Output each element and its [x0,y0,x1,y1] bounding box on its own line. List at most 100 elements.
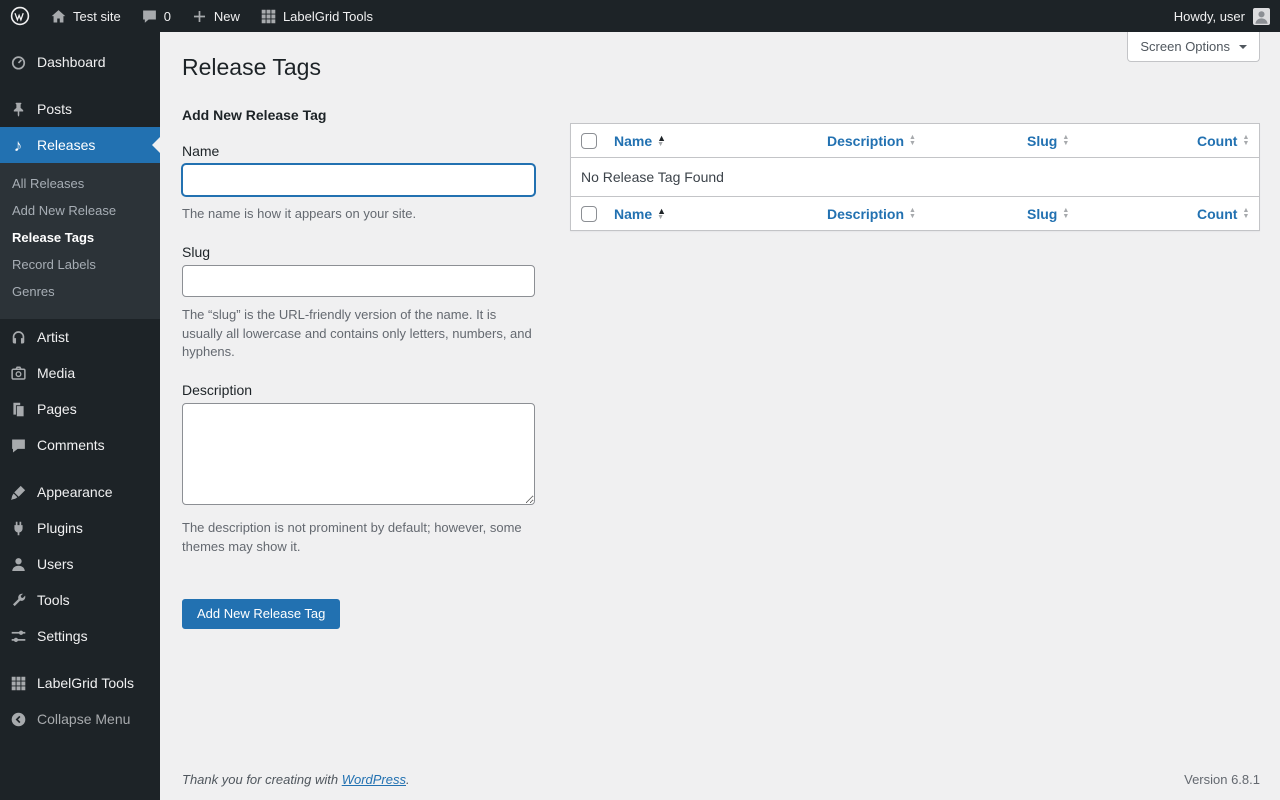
slug-input[interactable] [182,265,535,297]
submenu-record-labels[interactable]: Record Labels [0,251,160,278]
sidebar-item-artist[interactable]: Artist [0,319,160,355]
description-label: Description [182,382,535,398]
thanks-text: Thank you for creating with [182,772,342,787]
sort-icon: ▲▼ [909,208,916,220]
name-help-text: The name is how it appears on your site. [182,205,535,224]
sort-slug-header[interactable]: Slug ▲▼ [1027,133,1069,149]
column-label: Name [614,133,652,149]
admin-footer: Thank you for creating with WordPress. V… [160,752,1280,800]
submenu-release-tags[interactable]: Release Tags [0,224,160,251]
pages-icon [8,399,28,419]
submenu-add-new-release[interactable]: Add New Release [0,197,160,224]
sidebar-item-label: Comments [37,436,105,454]
comments-icon [8,435,28,455]
user-icon [8,554,28,574]
sidebar-item-appearance[interactable]: Appearance [0,474,160,510]
footer-sort-description-header[interactable]: Description ▲▼ [827,206,916,222]
description-textarea[interactable] [182,403,535,505]
sidebar-item-label: Pages [37,400,77,418]
plug-icon [8,518,28,538]
sidebar-item-label: Settings [37,627,88,645]
screen-options-button[interactable]: Screen Options [1127,32,1260,62]
home-icon [50,8,67,25]
avatar [1253,8,1270,25]
name-input[interactable] [182,164,535,196]
site-name-label: Test site [73,9,121,24]
sidebar-item-label: LabelGrid Tools [37,674,134,692]
select-all-checkbox-bottom[interactable] [581,206,597,222]
camera-icon [8,363,28,383]
footer-sort-slug-header[interactable]: Slug ▲▼ [1027,206,1069,222]
sort-asc-icon: ▲▼ [657,134,666,148]
sidebar-item-label: Artist [37,328,69,346]
add-new-release-tag-button[interactable]: Add New Release Tag [182,599,340,629]
select-all-checkbox[interactable] [581,133,597,149]
sidebar-item-releases[interactable]: ♪ Releases [0,127,160,163]
collapse-menu-button[interactable]: Collapse Menu [0,701,160,737]
headphones-icon [8,327,28,347]
new-content-label: New [214,9,240,24]
sidebar-item-labelgrid-tools[interactable]: LabelGrid Tools [0,665,160,701]
version-text: Version 6.8.1 [1184,772,1260,787]
release-tags-table: Name ▲▼ Description ▲▼ [570,123,1260,232]
comments-link[interactable]: 0 [131,0,181,32]
description-field-group: Description The description is not promi… [182,382,535,557]
table-header-row: Name ▲▼ Description ▲▼ [571,124,1259,158]
column-label: Description [827,133,904,149]
grid-icon [8,673,28,693]
tags-list-panel: Name ▲▼ Description ▲▼ [570,123,1260,232]
footer-sort-name-header[interactable]: Name ▲▼ [614,206,666,222]
sidebar-item-label: Dashboard [37,53,106,71]
sidebar-item-label: Users [37,555,74,573]
sort-icon: ▲▼ [1242,135,1249,147]
column-label: Name [614,206,652,222]
music-note-icon: ♪ [8,135,28,155]
name-field-group: Name The name is how it appears on your … [182,143,535,224]
submenu-all-releases[interactable]: All Releases [0,170,160,197]
sidebar-item-pages[interactable]: Pages [0,391,160,427]
sort-icon: ▲▼ [909,135,916,147]
sidebar-item-users[interactable]: Users [0,546,160,582]
sidebar-item-dashboard[interactable]: Dashboard [0,44,160,80]
wp-logo-button[interactable] [0,0,40,32]
admin-bar-left: Test site 0 New LabelGrid Tools [0,0,383,32]
site-name-link[interactable]: Test site [40,0,131,32]
sidebar-item-media[interactable]: Media [0,355,160,391]
grid-icon [260,8,277,25]
submenu-genres[interactable]: Genres [0,278,160,305]
name-label: Name [182,143,535,159]
paintbrush-icon [8,482,28,502]
collapse-menu-label: Collapse Menu [37,710,130,728]
sidebar-item-comments[interactable]: Comments [0,427,160,463]
slug-field-group: Slug The “slug” is the URL-friendly vers… [182,244,535,363]
comment-bubble-icon [141,8,158,25]
table-row: No Release Tag Found [571,158,1259,196]
sort-icon: ▲▼ [1062,208,1069,220]
new-content-link[interactable]: New [181,0,250,32]
wordpress-link[interactable]: WordPress [342,772,406,787]
plus-icon [191,8,208,25]
howdy-label: Howdy, user [1174,9,1245,24]
account-menu[interactable]: Howdy, user [1164,0,1280,32]
sidebar-item-settings[interactable]: Settings [0,618,160,654]
sort-name-header[interactable]: Name ▲▼ [614,133,666,149]
sidebar-item-posts[interactable]: Posts [0,91,160,127]
add-tag-form: Add New Release Tag Name The name is how… [182,87,535,629]
column-label: Count [1197,133,1237,149]
sort-count-header[interactable]: Count ▲▼ [1197,133,1249,149]
footer-sort-count-header[interactable]: Count ▲▼ [1197,206,1249,222]
sidebar-item-tools[interactable]: Tools [0,582,160,618]
labelgrid-tools-topbar-link[interactable]: LabelGrid Tools [250,0,383,32]
footer-thanks: Thank you for creating with WordPress. [182,772,410,787]
slug-help-text: The “slug” is the URL-friendly version o… [182,306,535,363]
admin-sidebar: Dashboard Posts ♪ Releases All Releases … [0,32,160,800]
sort-asc-icon: ▲▼ [657,207,666,221]
sidebar-item-label: Tools [37,591,70,609]
column-label: Description [827,206,904,222]
collapse-arrow-icon [8,709,28,729]
wordpress-logo-icon [10,6,30,26]
sidebar-item-label: Plugins [37,519,83,537]
sliders-icon [8,626,28,646]
sort-description-header[interactable]: Description ▲▼ [827,133,916,149]
sidebar-item-plugins[interactable]: Plugins [0,510,160,546]
